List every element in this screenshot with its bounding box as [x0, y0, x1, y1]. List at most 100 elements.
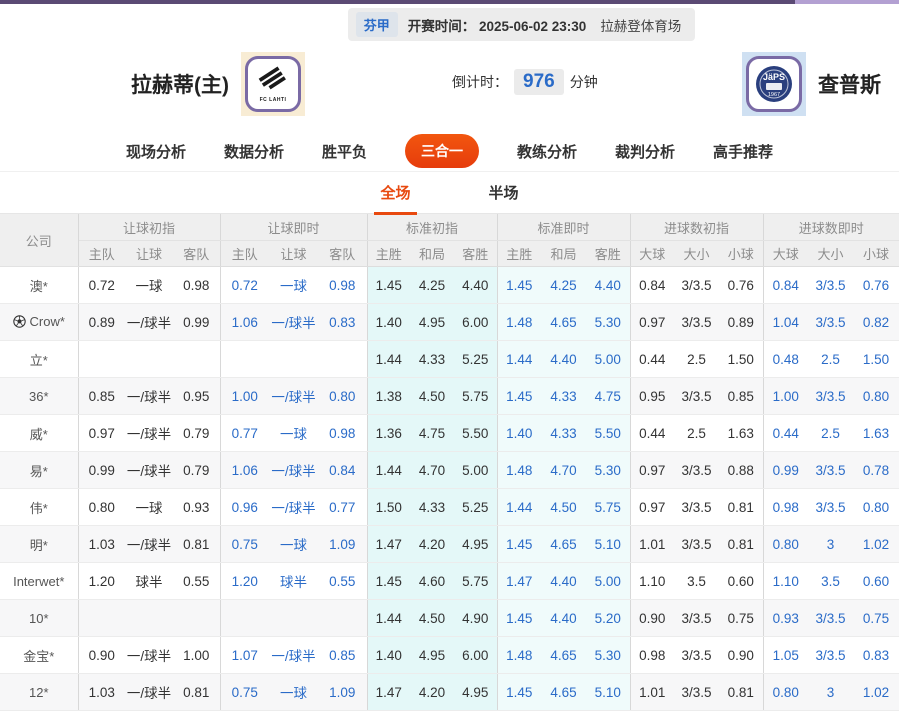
company-cell[interactable]: 澳* — [0, 267, 78, 304]
odds-cell[interactable]: 一/球半 — [269, 452, 318, 489]
odds-cell[interactable]: 0.76 — [853, 267, 899, 304]
odds-cell[interactable]: 1.20 — [220, 563, 269, 600]
odds-cell[interactable]: 5.75 — [586, 489, 630, 526]
period-tab-1[interactable]: 半场 — [483, 182, 525, 212]
odds-cell[interactable]: 1.00 — [763, 378, 808, 415]
odds-cell[interactable]: 4.40 — [541, 600, 586, 637]
odds-cell[interactable]: 1.48 — [497, 304, 541, 341]
odds-cell[interactable]: 3/3.5 — [808, 489, 853, 526]
odds-cell[interactable]: 4.65 — [541, 637, 586, 674]
odds-cell[interactable]: 1.09 — [318, 526, 367, 563]
odds-cell[interactable]: 1.10 — [763, 563, 808, 600]
odds-cell[interactable]: 0.84 — [763, 267, 808, 304]
company-cell[interactable]: 金宝* — [0, 637, 78, 674]
nav-tab-0[interactable]: 现场分析 — [126, 141, 186, 162]
nav-tab-5[interactable]: 裁判分析 — [615, 141, 675, 162]
odds-cell[interactable]: 1.50 — [853, 341, 899, 378]
odds-cell[interactable]: 0.83 — [853, 637, 899, 674]
odds-cell[interactable]: 4.70 — [541, 452, 586, 489]
company-cell[interactable]: 36* — [0, 378, 78, 415]
odds-cell[interactable]: 4.75 — [586, 378, 630, 415]
odds-cell[interactable]: 1.07 — [220, 637, 269, 674]
odds-cell[interactable]: 4.40 — [541, 563, 586, 600]
odds-cell[interactable]: 4.40 — [586, 267, 630, 304]
company-cell[interactable]: 明* — [0, 526, 78, 563]
odds-cell[interactable]: 4.65 — [541, 526, 586, 563]
odds-cell[interactable]: 4.40 — [541, 341, 586, 378]
odds-cell[interactable]: 0.80 — [763, 526, 808, 563]
odds-cell[interactable]: 5.30 — [586, 637, 630, 674]
odds-cell[interactable]: 1.06 — [220, 304, 269, 341]
odds-cell[interactable]: 5.20 — [586, 600, 630, 637]
odds-cell[interactable]: 5.50 — [586, 415, 630, 452]
odds-cell[interactable]: 1.45 — [497, 526, 541, 563]
nav-tab-1[interactable]: 数据分析 — [224, 141, 284, 162]
odds-cell[interactable]: 0.93 — [763, 600, 808, 637]
odds-cell[interactable]: 2.5 — [808, 341, 853, 378]
odds-cell[interactable]: 1.45 — [497, 267, 541, 304]
odds-cell[interactable]: 0.78 — [853, 452, 899, 489]
odds-cell[interactable]: 一/球半 — [269, 378, 318, 415]
odds-cell[interactable]: 1.05 — [763, 637, 808, 674]
odds-cell[interactable]: 5.10 — [586, 674, 630, 711]
odds-cell[interactable]: 1.45 — [497, 600, 541, 637]
odds-cell[interactable]: 1.44 — [497, 489, 541, 526]
odds-cell[interactable]: 0.96 — [220, 489, 269, 526]
odds-cell[interactable]: 1.47 — [497, 563, 541, 600]
odds-cell[interactable]: 0.48 — [763, 341, 808, 378]
odds-cell[interactable]: 1.63 — [853, 415, 899, 452]
odds-cell[interactable]: 1.44 — [497, 341, 541, 378]
odds-cell[interactable]: 0.82 — [853, 304, 899, 341]
odds-cell[interactable]: 0.75 — [853, 600, 899, 637]
odds-cell[interactable]: 5.00 — [586, 563, 630, 600]
odds-cell[interactable]: 5.00 — [586, 341, 630, 378]
odds-cell[interactable]: 0.98 — [318, 267, 367, 304]
odds-cell[interactable]: 4.65 — [541, 304, 586, 341]
nav-tab-3[interactable]: 三合一 — [405, 134, 479, 168]
odds-cell[interactable]: 3/3.5 — [808, 637, 853, 674]
odds-cell[interactable]: 0.44 — [763, 415, 808, 452]
odds-cell[interactable]: 0.98 — [318, 415, 367, 452]
company-cell[interactable]: 易* — [0, 452, 78, 489]
odds-cell[interactable]: 一球 — [269, 674, 318, 711]
odds-cell[interactable]: 0.98 — [763, 489, 808, 526]
company-cell[interactable]: 威* — [0, 415, 78, 452]
odds-cell[interactable]: 0.55 — [318, 563, 367, 600]
odds-cell[interactable]: 1.04 — [763, 304, 808, 341]
league-badge[interactable]: 芬甲 — [356, 12, 398, 37]
odds-cell[interactable]: 0.85 — [318, 637, 367, 674]
odds-cell[interactable]: 0.77 — [318, 489, 367, 526]
company-cell[interactable]: 10* — [0, 600, 78, 637]
odds-cell[interactable]: 0.80 — [853, 378, 899, 415]
odds-cell[interactable]: 5.30 — [586, 304, 630, 341]
company-cell[interactable]: Interwet* — [0, 563, 78, 600]
odds-cell[interactable]: 一球 — [269, 415, 318, 452]
odds-cell[interactable]: 1.00 — [220, 378, 269, 415]
odds-cell[interactable]: 3/3.5 — [808, 304, 853, 341]
odds-cell[interactable]: 1.40 — [497, 415, 541, 452]
company-cell[interactable]: 立* — [0, 341, 78, 378]
odds-cell[interactable]: 2.5 — [808, 415, 853, 452]
nav-tab-6[interactable]: 高手推荐 — [713, 141, 773, 162]
odds-cell[interactable]: 5.10 — [586, 526, 630, 563]
odds-cell[interactable]: 1.45 — [497, 378, 541, 415]
period-tab-0[interactable]: 全场 — [374, 182, 416, 215]
odds-cell[interactable]: 4.33 — [541, 378, 586, 415]
odds-cell[interactable]: 0.75 — [220, 674, 269, 711]
odds-cell[interactable]: 3/3.5 — [808, 267, 853, 304]
odds-cell[interactable]: 1.09 — [318, 674, 367, 711]
odds-cell[interactable]: 0.72 — [220, 267, 269, 304]
odds-cell[interactable]: 3 — [808, 674, 853, 711]
odds-cell[interactable]: 1.02 — [853, 674, 899, 711]
odds-cell[interactable]: 4.65 — [541, 674, 586, 711]
odds-cell[interactable]: 一球 — [269, 267, 318, 304]
odds-cell[interactable]: 3 — [808, 526, 853, 563]
odds-cell[interactable]: 1.06 — [220, 452, 269, 489]
odds-cell[interactable]: 0.80 — [853, 489, 899, 526]
odds-cell[interactable]: 一/球半 — [269, 304, 318, 341]
odds-cell[interactable]: 0.99 — [763, 452, 808, 489]
odds-cell[interactable]: 1.45 — [497, 674, 541, 711]
odds-cell[interactable]: 球半 — [269, 563, 318, 600]
odds-cell[interactable]: 1.02 — [853, 526, 899, 563]
odds-cell[interactable]: 0.84 — [318, 452, 367, 489]
